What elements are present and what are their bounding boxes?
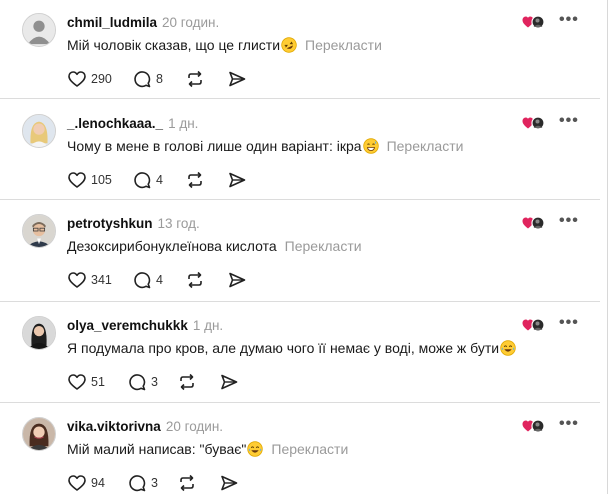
comment-text: Я подумала про кров, але думаю чого її н… — [67, 340, 500, 356]
timestamp: 13 год. — [157, 216, 200, 231]
like-count: 341 — [91, 273, 112, 287]
more-options-button[interactable]: ••• — [559, 212, 579, 230]
grin-sweat-emoji — [362, 138, 379, 154]
avatar[interactable] — [22, 316, 56, 350]
like-count: 290 — [91, 72, 112, 86]
translate-link[interactable]: Перекласти — [271, 441, 348, 457]
timestamp: 20 годин. — [165, 419, 224, 434]
username[interactable]: chmil_ludmila — [67, 15, 157, 30]
comment-header: olya_veremchukkk 1 дн. — [67, 318, 223, 333]
like-count: 94 — [91, 476, 105, 490]
timestamp: 20 годин. — [162, 15, 220, 30]
more-options-button[interactable]: ••• — [559, 11, 579, 29]
more-options-button[interactable]: ••• — [559, 314, 579, 332]
comment-header: petrotyshkun 13 год. — [67, 216, 200, 231]
comment-header: vika.viktorivna 20 годин. — [67, 419, 223, 434]
comment-header: chmil_ludmila 20 годин. — [67, 15, 219, 30]
comment-text-line: Чому в мене в голові лише один варіант: … — [67, 138, 463, 154]
author-liked-indicator-icon — [522, 419, 546, 433]
comment-text: Чому в мене в голові лише один варіант: … — [67, 138, 362, 154]
comment-divider — [0, 402, 600, 403]
reply-count: 4 — [156, 173, 163, 187]
comment-divider — [0, 199, 600, 200]
like-count: 105 — [91, 173, 112, 187]
reply-count: 4 — [156, 273, 163, 287]
username[interactable]: vika.viktorivna — [67, 419, 161, 434]
author-liked-indicator-icon — [522, 216, 546, 230]
username[interactable]: olya_veremchukkk — [67, 318, 188, 333]
reply-count: 8 — [156, 72, 163, 86]
comment-header: _.lenochkaaa._ 1 дн. — [67, 116, 198, 131]
translate-link[interactable]: Перекласти — [305, 37, 382, 53]
rofl-emoji — [280, 37, 297, 53]
username[interactable]: _.lenochkaaa._ — [67, 116, 163, 131]
comment-text: Мій малий написав: "буває" — [67, 441, 247, 457]
comment-text: Дезоксирибонуклеїнова кислота — [67, 238, 277, 254]
comment-text-line: Мій малий написав: "буває" Перекласти — [67, 441, 348, 457]
avatar[interactable] — [22, 214, 56, 248]
like-count: 51 — [91, 375, 105, 389]
timestamp: 1 дн. — [168, 116, 199, 131]
more-options-button[interactable]: ••• — [559, 415, 579, 433]
username[interactable]: petrotyshkun — [67, 216, 153, 231]
comment-text-line: Мій чоловік сказав, що це глисти Переклас… — [67, 37, 382, 53]
laughing-emoji — [246, 441, 264, 457]
author-liked-indicator-icon — [522, 15, 546, 29]
avatar[interactable] — [22, 114, 56, 148]
author-liked-indicator-icon — [522, 116, 546, 130]
avatar[interactable] — [22, 417, 56, 451]
laughing-emoji — [499, 340, 516, 356]
reply-count: 3 — [151, 375, 158, 389]
translate-link[interactable]: Перекласти — [285, 238, 362, 254]
reply-count: 3 — [151, 476, 158, 490]
translate-link[interactable]: Перекласти — [387, 138, 464, 154]
comment-text-line: Дезоксирибонуклеїнова кислота Перекласти — [67, 238, 362, 254]
timestamp: 1 дн. — [192, 318, 224, 333]
more-options-button[interactable]: ••• — [559, 112, 579, 130]
comment-divider — [0, 301, 600, 302]
comment-divider — [0, 98, 600, 99]
author-liked-indicator-icon — [522, 318, 546, 332]
comment-text: Мій чоловік сказав, що це глисти — [67, 37, 281, 53]
avatar[interactable] — [22, 13, 56, 47]
comment-text-line: Я подумала про кров, але думаю чого її н… — [67, 340, 516, 356]
